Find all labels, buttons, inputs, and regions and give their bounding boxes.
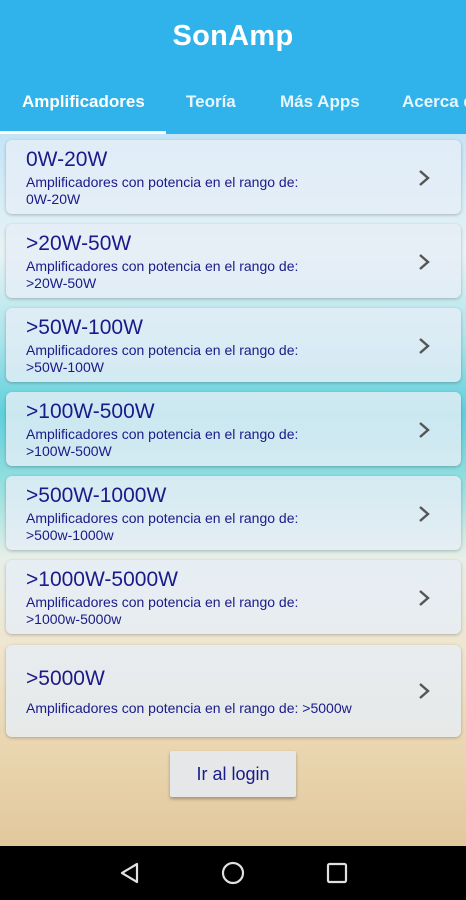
item-description: Amplificadores con potencia en el rango … xyxy=(26,594,298,628)
item-description: Amplificadores con potencia en el rango … xyxy=(26,342,298,376)
list-item[interactable]: >500W-1000W Amplificadores con potencia … xyxy=(6,476,461,550)
item-description-line2: 0W-20W xyxy=(26,191,81,207)
chevron-right-icon xyxy=(419,590,430,606)
item-title: >5000W xyxy=(26,667,105,690)
home-circle-icon[interactable] xyxy=(220,860,246,886)
tab-mas-apps[interactable]: Más Apps xyxy=(280,92,360,112)
item-title: >100W-500W xyxy=(26,400,155,423)
list-item[interactable]: >20W-50W Amplificadores con potencia en … xyxy=(6,224,461,298)
item-title: 0W-20W xyxy=(26,148,108,171)
item-description-line2: >20W-50W xyxy=(26,275,97,291)
list-item[interactable]: >1000W-5000W Amplificadores con potencia… xyxy=(6,560,461,634)
item-description-line2: >1000w-5000w xyxy=(26,611,122,627)
item-title: >20W-50W xyxy=(26,232,132,255)
item-description-line1: Amplificadores con potencia en el rango … xyxy=(26,342,299,358)
item-description-line2: >50W-100W xyxy=(26,359,104,375)
item-description-line1: Amplificadores con potencia en el rango … xyxy=(26,174,299,190)
item-description-line1: Amplificadores con potencia en el rango … xyxy=(26,510,299,526)
back-triangle-icon[interactable] xyxy=(117,860,143,886)
item-title: >50W-100W xyxy=(26,316,143,339)
tab-bar: Amplificadores Teoría Más Apps Acerca d xyxy=(0,92,466,134)
login-button[interactable]: Ir al login xyxy=(170,751,296,797)
item-description-line2: >500w-1000w xyxy=(26,527,114,543)
item-title: >1000W-5000W xyxy=(26,568,178,591)
tab-amplificadores[interactable]: Amplificadores xyxy=(22,92,145,112)
chevron-right-icon xyxy=(419,170,430,186)
chevron-right-icon xyxy=(419,506,430,522)
list-item[interactable]: >50W-100W Amplificadores con potencia en… xyxy=(6,308,461,382)
app-bar: SonAmp Amplificadores Teoría Más Apps Ac… xyxy=(0,0,466,134)
item-description: Amplificadores con potencia en el rango … xyxy=(26,700,352,716)
system-nav-bar xyxy=(0,846,466,900)
tab-acerca[interactable]: Acerca d xyxy=(402,92,466,112)
recents-square-icon[interactable] xyxy=(324,860,350,886)
chevron-right-icon xyxy=(419,683,430,699)
list-item[interactable]: >100W-500W Amplificadores con potencia e… xyxy=(6,392,461,466)
item-description-line1: Amplificadores con potencia en el rango … xyxy=(26,594,299,610)
item-description-line1: Amplificadores con potencia en el rango … xyxy=(26,426,299,442)
chevron-right-icon xyxy=(419,338,430,354)
item-description: Amplificadores con potencia en el rango … xyxy=(26,258,298,292)
item-description: Amplificadores con potencia en el rango … xyxy=(26,510,298,544)
list-item[interactable]: >5000W Amplificadores con potencia en el… xyxy=(6,645,461,737)
item-description-line1: Amplificadores con potencia en el rango … xyxy=(26,258,299,274)
list-item[interactable]: 0W-20W Amplificadores con potencia en el… xyxy=(6,140,461,214)
item-description-line2: >100W-500W xyxy=(26,443,112,459)
tab-indicator xyxy=(0,131,166,134)
chevron-right-icon xyxy=(419,422,430,438)
item-title: >500W-1000W xyxy=(26,484,167,507)
tab-teoria[interactable]: Teoría xyxy=(186,92,236,112)
item-description: Amplificadores con potencia en el rango … xyxy=(26,174,298,208)
chevron-right-icon xyxy=(419,254,430,270)
app-title: SonAmp xyxy=(172,20,294,52)
item-description: Amplificadores con potencia en el rango … xyxy=(26,426,298,460)
